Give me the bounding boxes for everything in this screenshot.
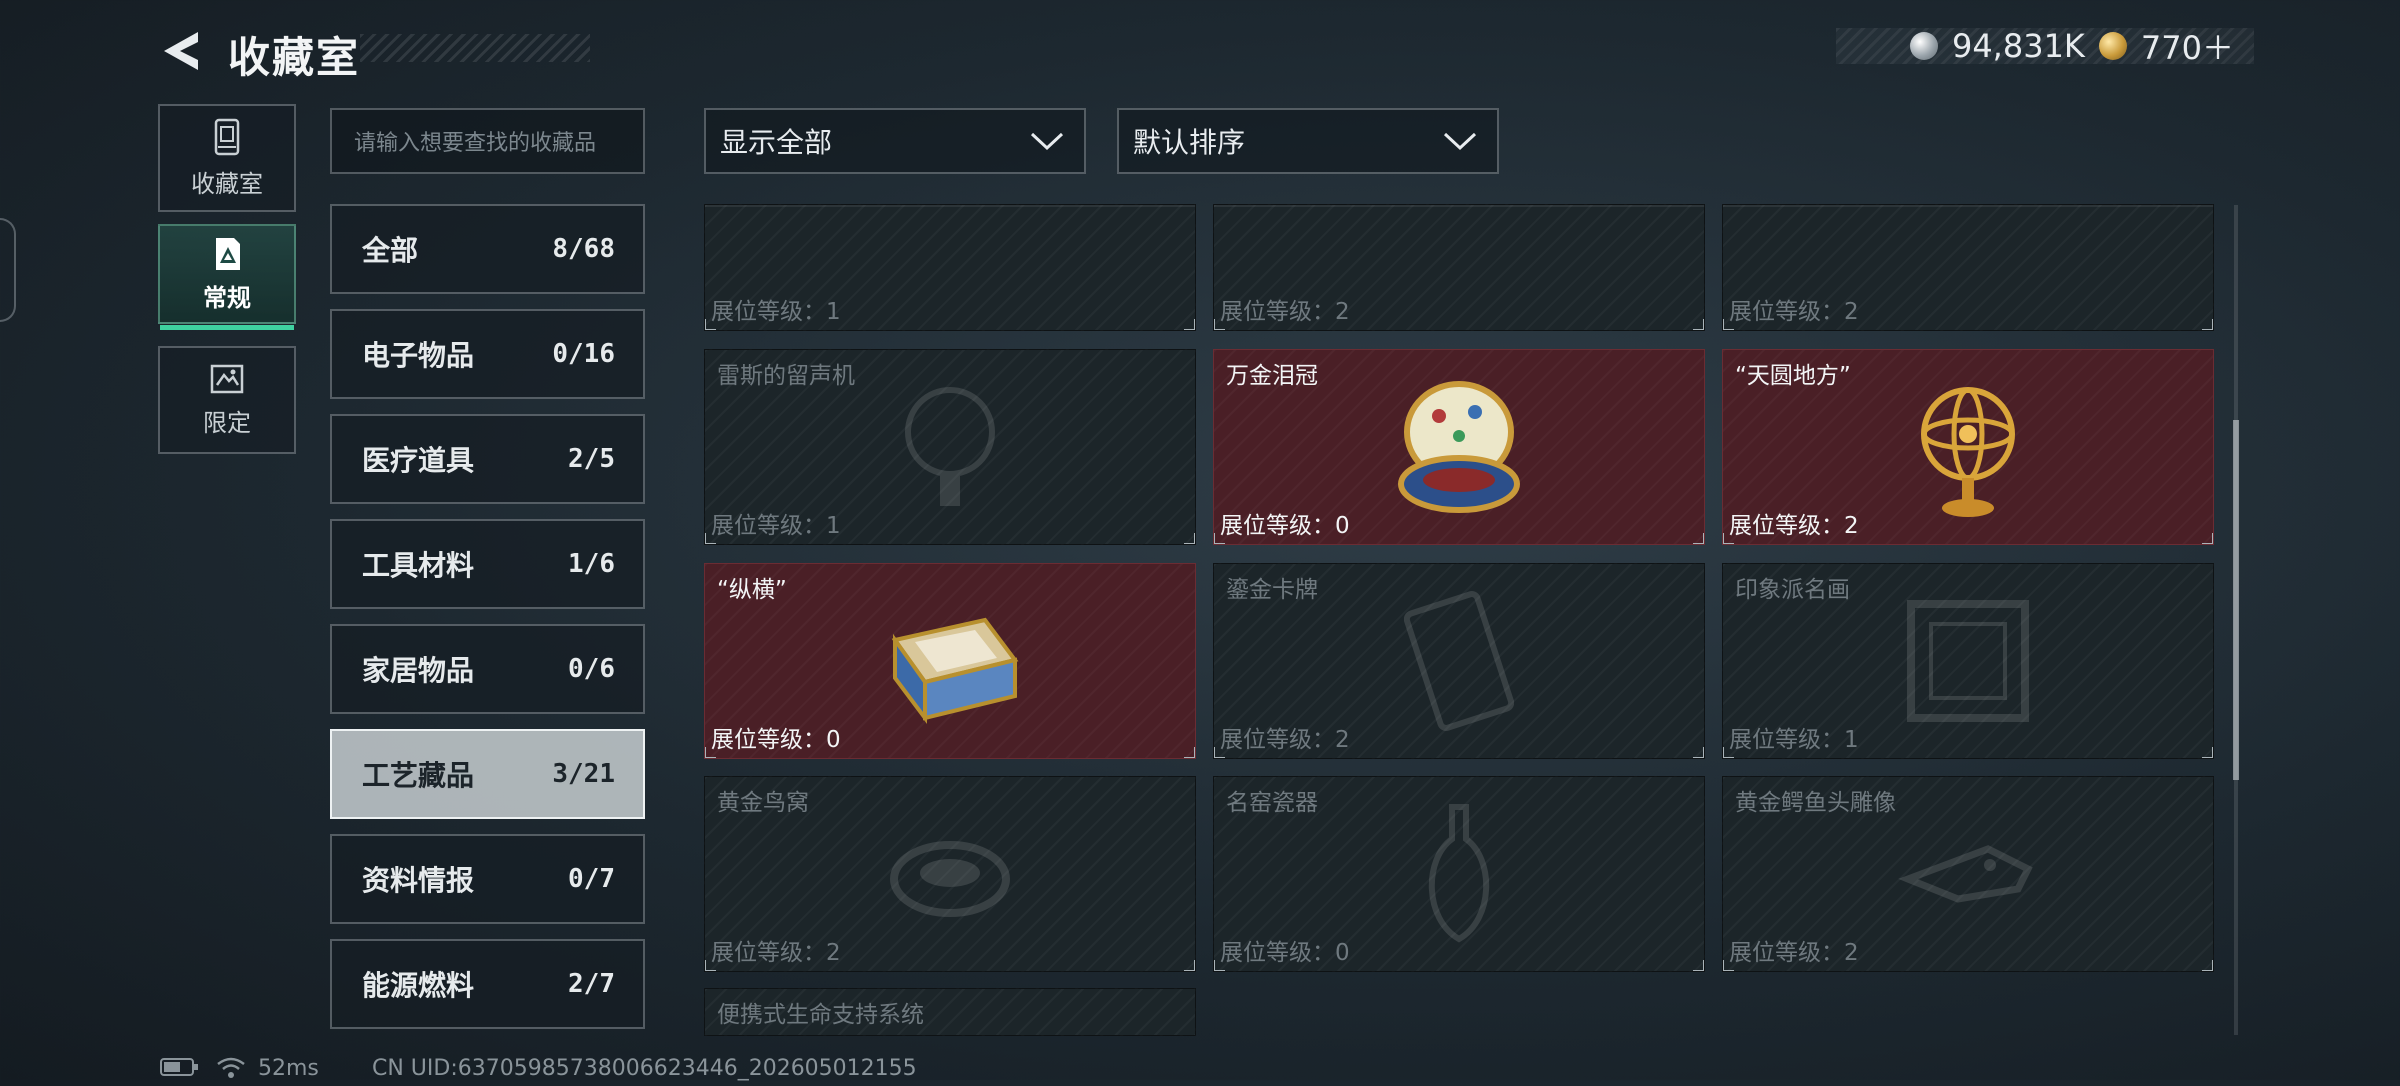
category-count: 1/6 <box>568 549 615 579</box>
uid-text: CN UID:63705985738006623446_202605012155 <box>372 1056 917 1081</box>
collection-item-card[interactable]: 黄金鸟窝 展位等级：2 <box>704 776 1196 972</box>
category-name: 工具材料 <box>362 549 475 582</box>
item-name: 鎏金卡牌 <box>1226 577 1318 603</box>
item-name: 黄金鳄鱼头雕像 <box>1735 790 1896 816</box>
item-name: 便携式生命支持系统 <box>717 1002 924 1028</box>
tab-label: 收藏室 <box>191 169 263 198</box>
item-name: 雷斯的留声机 <box>717 363 855 389</box>
tab-label: 常规 <box>203 283 251 312</box>
category-count: 0/7 <box>568 864 615 894</box>
booth-level: 展位等级：2 <box>1729 513 1859 539</box>
category-count: 2/5 <box>568 444 615 474</box>
category-count: 8/68 <box>552 234 615 264</box>
display-filter-dropdown[interactable]: 显示全部 <box>704 108 1086 174</box>
category-name: 家居物品 <box>362 654 475 687</box>
category-name: 电子物品 <box>362 339 475 372</box>
category-medical[interactable]: 医疗道具 2/5 <box>330 414 645 504</box>
item-name: 黄金鸟窝 <box>717 790 809 816</box>
display-case-icon <box>214 118 240 155</box>
scroll-map-icon <box>210 364 244 393</box>
card-badge-icon <box>216 237 240 270</box>
category-count: 0/16 <box>552 339 615 369</box>
collection-item-card[interactable]: “纵横” 展位等级：0 <box>704 563 1196 759</box>
category-intel[interactable]: 资料情报 0/7 <box>330 834 645 924</box>
collection-item-card[interactable]: 名窑瓷器 展位等级：0 <box>1213 776 1705 972</box>
category-tools[interactable]: 工具材料 1/6 <box>330 519 645 609</box>
booth-level: 展位等级：2 <box>711 940 841 966</box>
booth-level: 展位等级：1 <box>1729 727 1859 753</box>
item-name: 万金泪冠 <box>1226 363 1318 389</box>
porcelain-vase-icon <box>1428 804 1490 943</box>
category-name: 全部 <box>362 234 419 267</box>
tab-collection-room[interactable]: 收藏室 <box>158 104 296 212</box>
framed-painting-icon <box>1907 600 2029 722</box>
search-input[interactable]: 请输入想要查找的收藏品 <box>330 108 645 174</box>
jeweled-egg-icon <box>1398 380 1520 513</box>
dropdown-value: 默认排序 <box>1133 126 1246 159</box>
tab-regular[interactable]: 常规 <box>158 224 296 330</box>
category-electronics[interactable]: 电子物品 0/16 <box>330 309 645 399</box>
silver-currency-value: 94,831K <box>1951 27 2085 65</box>
collection-item-card[interactable]: 黄金鳄鱼头雕像 展位等级：2 <box>1722 776 2214 972</box>
item-name: “天圆地方” <box>1735 363 1851 389</box>
chessboard-box-icon <box>891 617 1019 724</box>
booth-level: 展位等级：2 <box>1220 727 1350 753</box>
category-count: 2/7 <box>568 969 615 999</box>
collection-item-card[interactable]: 展位等级：2 <box>1213 204 1705 331</box>
booth-level: 展位等级：1 <box>711 299 841 325</box>
golden-nest-icon <box>890 841 1010 917</box>
collection-item-card[interactable]: 印象派名画 展位等级：1 <box>1722 563 2214 759</box>
armillary-sphere-icon <box>1921 386 2015 517</box>
sort-dropdown[interactable]: 默认排序 <box>1117 108 1499 174</box>
back-arrow-icon <box>164 32 198 70</box>
category-count: 0/6 <box>568 654 615 684</box>
booth-level: 展位等级：0 <box>1220 940 1350 966</box>
category-name: 资料情报 <box>362 864 475 897</box>
category-name: 医疗道具 <box>362 444 475 477</box>
item-name: 名窑瓷器 <box>1226 790 1318 816</box>
dropdown-value: 显示全部 <box>720 126 833 159</box>
booth-level: 展位等级：2 <box>1220 299 1350 325</box>
back-button[interactable] <box>158 28 204 74</box>
item-name: 印象派名画 <box>1735 577 1850 603</box>
collection-item-card[interactable]: 展位等级：1 <box>704 204 1196 331</box>
grid-scrollbar-thumb[interactable] <box>2233 420 2239 780</box>
collection-item-card[interactable]: “天圆地方” 展位等级：2 <box>1722 349 2214 545</box>
collection-item-card[interactable]: 鎏金卡牌 展位等级：2 <box>1213 563 1705 759</box>
crocodile-head-statue-icon <box>1898 845 2033 903</box>
booth-level: 展位等级：2 <box>1729 940 1859 966</box>
chevron-down-icon <box>1030 132 1064 151</box>
booth-level: 展位等级：0 <box>1220 513 1350 539</box>
collection-item-card[interactable]: 雷斯的留声机 展位等级：1 <box>704 349 1196 545</box>
collection-item-card[interactable]: 展位等级：2 <box>1722 204 2214 331</box>
page-title: 收藏室 <box>228 33 361 82</box>
currency-bar: 94,831K 770＋ <box>1836 27 2254 67</box>
side-drawer-handle[interactable] <box>0 218 16 322</box>
category-name: 工艺藏品 <box>362 759 475 792</box>
collection-item-card[interactable]: 便携式生命支持系统 <box>704 988 1196 1036</box>
gramophone-icon <box>905 387 995 506</box>
booth-level: 展位等级：1 <box>711 513 841 539</box>
ping-value: 52ms <box>258 1056 319 1081</box>
tab-label: 限定 <box>203 408 251 437</box>
gilded-card-icon <box>1404 591 1514 731</box>
category-name: 能源燃料 <box>362 969 475 1002</box>
item-name: “纵横” <box>717 577 787 603</box>
wifi-icon <box>216 1056 246 1086</box>
booth-level: 展位等级：0 <box>711 727 841 753</box>
booth-level: 展位等级：2 <box>1729 299 1859 325</box>
category-count: 3/21 <box>552 759 615 789</box>
category-household[interactable]: 家居物品 0/6 <box>330 624 645 714</box>
gold-coin-icon[interactable] <box>2098 32 2127 60</box>
category-energy[interactable]: 能源燃料 2/7 <box>330 939 645 1029</box>
category-crafts[interactable]: 工艺藏品 3/21 <box>330 729 645 819</box>
title-decoration <box>360 34 590 62</box>
chevron-down-icon <box>1443 132 1477 151</box>
collection-item-card[interactable]: 万金泪冠 展位等级：0 <box>1213 349 1705 545</box>
category-all[interactable]: 全部 8/68 <box>330 204 645 294</box>
gold-currency-value[interactable]: 770＋ <box>2141 23 2234 69</box>
tab-limited[interactable]: 限定 <box>158 346 296 454</box>
silver-coin-icon <box>1909 32 1938 60</box>
